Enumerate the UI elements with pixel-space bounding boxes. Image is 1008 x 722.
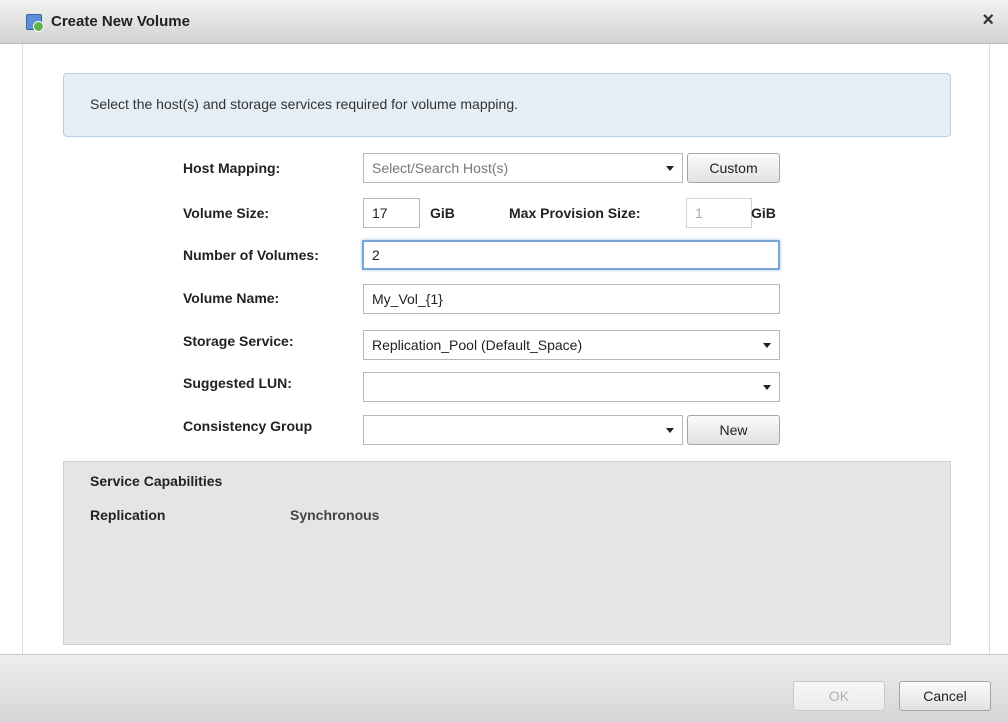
- volume-size-input[interactable]: 17: [363, 198, 420, 228]
- host-mapping-label: Host Mapping:: [183, 160, 281, 176]
- chevron-down-icon: [666, 428, 674, 433]
- number-of-volumes-input[interactable]: 2: [362, 240, 780, 270]
- volume-name-input[interactable]: My_Vol_{1}: [363, 284, 780, 314]
- info-box: Select the host(s) and storage services …: [63, 73, 951, 137]
- storage-service-select[interactable]: Replication_Pool (Default_Space): [363, 330, 780, 360]
- consistency-group-label: Consistency Group: [183, 418, 313, 434]
- volume-size-unit: GiB: [430, 205, 455, 221]
- max-provision-size-unit: GiB: [751, 205, 776, 221]
- dialog-title: Create New Volume: [51, 13, 190, 30]
- ok-button[interactable]: OK: [793, 681, 885, 711]
- suggested-lun-select[interactable]: [363, 372, 780, 402]
- storage-service-label: Storage Service:: [183, 333, 294, 349]
- storage-service-value: Replication_Pool (Default_Space): [372, 337, 583, 353]
- suggested-lun-label: Suggested LUN:: [183, 375, 292, 391]
- title-bar: Create New Volume ×: [0, 0, 1008, 44]
- volume-name-label: Volume Name:: [183, 290, 280, 306]
- service-capabilities-panel: Service Capabilities Replication Synchro…: [63, 461, 951, 645]
- create-volume-dialog: Create New Volume × Select the host(s) a…: [0, 0, 1008, 722]
- service-capabilities-title: Service Capabilities: [90, 473, 223, 489]
- volume-size-label: Volume Size:: [183, 205, 270, 221]
- number-of-volumes-label: Number of Volumes:: [183, 247, 319, 263]
- max-provision-size-input: 1: [686, 198, 752, 228]
- dialog-footer: OK Cancel: [0, 654, 1008, 722]
- info-text: Select the host(s) and storage services …: [90, 96, 518, 112]
- capability-key: Replication: [90, 507, 166, 523]
- capability-value: Synchronous: [290, 507, 380, 523]
- consistency-group-select[interactable]: [363, 415, 683, 445]
- close-icon[interactable]: ×: [982, 10, 994, 30]
- create-volume-icon: [26, 14, 44, 32]
- new-consistency-group-button[interactable]: New: [687, 415, 780, 445]
- chevron-down-icon: [763, 385, 771, 390]
- cancel-button[interactable]: Cancel: [899, 681, 991, 711]
- custom-button[interactable]: Custom: [687, 153, 780, 183]
- host-mapping-placeholder: Select/Search Host(s): [372, 160, 509, 176]
- max-provision-size-label: Max Provision Size:: [509, 205, 641, 221]
- chevron-down-icon: [666, 166, 674, 171]
- chevron-down-icon: [763, 343, 771, 348]
- host-mapping-select[interactable]: Select/Search Host(s): [363, 153, 683, 183]
